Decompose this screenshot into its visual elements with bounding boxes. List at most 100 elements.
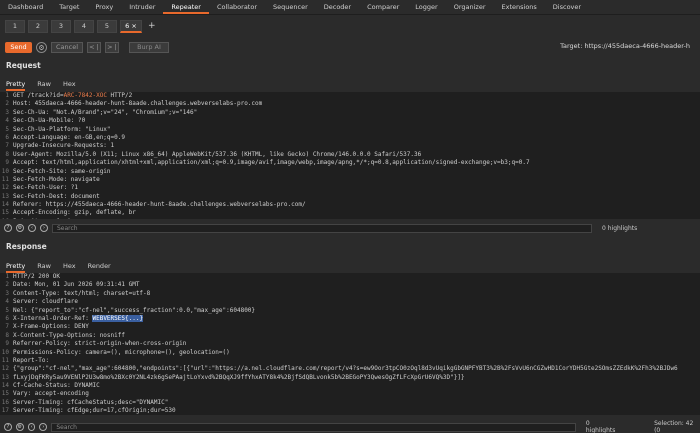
repeater-tab-6[interactable]: 6 × xyxy=(120,19,142,33)
forward-icon[interactable]: › xyxy=(39,423,48,431)
tab-comparer[interactable]: Comparer xyxy=(359,0,407,14)
tab-dashboard[interactable]: Dashboard xyxy=(0,0,51,14)
back-icon[interactable]: ‹ xyxy=(27,423,36,431)
tab-proxy[interactable]: Proxy xyxy=(87,0,121,14)
view-tab-raw[interactable]: Raw xyxy=(37,262,51,273)
repeater-tab-3[interactable]: 3 xyxy=(51,19,71,33)
code-line: 9 Referrer-Policy: strict-origin-when-cro… xyxy=(0,340,700,348)
tab-organizer[interactable]: Organizer xyxy=(446,0,494,14)
line-number: 9 xyxy=(5,340,9,348)
line-number: 4 xyxy=(5,117,9,125)
line-text: Sec-Fetch-Dest: document xyxy=(13,192,100,200)
line-number: 17 xyxy=(1,407,9,415)
line-text: Permissions-Policy: camera=(), microphon… xyxy=(13,348,230,356)
line-number: 1 xyxy=(5,273,9,280)
code-line: 7 Upgrade-Insecure-Requests: 1 xyxy=(0,142,700,150)
request-editor[interactable]: 1 GET /track?id=ARC-7842-XOC HTTP/2 2 Host:… xyxy=(0,92,700,219)
add-tab-button[interactable]: + xyxy=(148,21,156,31)
code-line: 14 Cf-Cache-Status: DYNAMIC xyxy=(0,382,700,390)
code-line: 5 Sec-Ch-Ua-Platform: "Linux" xyxy=(0,126,700,134)
line-text: fLxyjDqFKRy5au9VENlP2U3w8mo%2BXc0Y2NL4zk… xyxy=(13,373,465,381)
line-number: 16 xyxy=(0,218,11,219)
line-number: 14 xyxy=(1,201,9,209)
code-line: 3 Content-Type: text/html; charset=utf-8 xyxy=(0,290,700,298)
view-tab-pretty[interactable]: Pretty xyxy=(6,80,26,91)
target-label[interactable]: Target: https://455daeca-4666-header-h xyxy=(560,42,690,50)
line-number: 14 xyxy=(1,382,9,390)
forward-icon[interactable]: › xyxy=(40,224,48,232)
burp-ai-button[interactable]: Burp AI xyxy=(129,42,169,53)
view-tab-render[interactable]: Render xyxy=(88,262,111,273)
line-number: 6 xyxy=(5,314,9,322)
line-text: Sec-Ch-Ua: "Not.A/Brand";v="24", "Chromi… xyxy=(13,108,198,116)
code-line: 17 Server-Timing: cfEdge;dur=17,cfOrigin;… xyxy=(0,407,700,415)
tab-collaborator[interactable]: Collaborator xyxy=(209,0,265,14)
response-search-input[interactable]: Search xyxy=(51,422,576,432)
repeater-tab-4[interactable]: 4 xyxy=(74,19,94,33)
request-search-bar: ? ⚙ ‹ › Search 0 highlights xyxy=(0,222,700,234)
response-editor[interactable]: 1 HTTP/2 200 OK 2 Date: Mon, 01 Jun 2026 09… xyxy=(0,273,700,415)
line-text: Referrer-Policy: strict-origin-when-cros… xyxy=(13,340,187,348)
settings-icon[interactable]: ⚙ xyxy=(15,423,24,431)
tab-intruder[interactable]: Intruder xyxy=(121,0,163,14)
request-search-input[interactable]: Search xyxy=(52,223,592,233)
back-icon[interactable]: ‹ xyxy=(28,224,36,232)
repeater-subtabs: 123456 × + xyxy=(0,17,156,35)
line-text: Sec-Ch-Ua-Platform: "Linux" xyxy=(13,125,111,133)
line-number: 10 xyxy=(1,167,9,175)
code-line: 4 Sec-Ch-Ua-Mobile: ?0 xyxy=(0,117,700,125)
help-icon[interactable]: ? xyxy=(4,224,12,232)
line-text: Date: Mon, 01 Jun 2026 09:31:41 GMT xyxy=(13,281,140,289)
tab-repeater[interactable]: Repeater xyxy=(163,0,209,14)
line-text: Host: 455daeca-4666-header-hunt-8aade.ch… xyxy=(13,100,263,108)
line-number: 13 xyxy=(1,373,9,381)
line-text: Report-To: xyxy=(13,356,50,364)
line-text: Sec-Fetch-Mode: navigate xyxy=(13,175,100,183)
cancel-button[interactable]: Cancel xyxy=(51,42,83,53)
repeater-tab-2[interactable]: 2 xyxy=(28,19,48,33)
help-icon[interactable]: ? xyxy=(4,423,12,431)
view-tab-hex[interactable]: Hex xyxy=(63,80,76,91)
line-text: Accept-Language: en-GB,en;q=0.9 xyxy=(13,133,125,141)
view-tab-hex[interactable]: Hex xyxy=(63,262,76,273)
line-number: 12 xyxy=(1,184,9,192)
line-number: 5 xyxy=(5,125,9,133)
gear-icon[interactable]: ⚙ xyxy=(36,42,47,53)
view-tab-raw[interactable]: Raw xyxy=(37,80,51,91)
prev-button[interactable]: < | xyxy=(87,42,101,53)
line-text: Referer: https://455daeca-4666-header-hu… xyxy=(13,201,306,209)
line-number: 6 xyxy=(5,133,9,141)
line-number: 3 xyxy=(5,289,9,297)
code-line: 11 Report-To: xyxy=(0,357,700,365)
next-button[interactable]: > | xyxy=(105,42,119,53)
line-text: User-Agent: Mozilla/5.0 (X11; Linux x86_… xyxy=(13,150,422,158)
selected-text[interactable]: WEBVERSES{...} xyxy=(92,314,144,322)
code-line: 7 X-Frame-Options: DENY xyxy=(0,323,700,331)
code-line: 1 GET /track?id=ARC-7842-XOC HTTP/2 xyxy=(0,92,700,100)
tab-sequencer[interactable]: Sequencer xyxy=(265,0,316,14)
tab-target[interactable]: Target xyxy=(51,0,87,14)
line-text: Priority: u=0, i xyxy=(11,218,71,219)
line-number: 8 xyxy=(5,331,9,339)
line-number: 4 xyxy=(5,298,9,306)
tab-logger[interactable]: Logger xyxy=(407,0,445,14)
code-line: 15 Accept-Encoding: gzip, deflate, br xyxy=(0,209,700,217)
send-button[interactable]: Send xyxy=(5,42,32,53)
line-text: Server-Timing: cfEdge;dur=17,cfOrigin;du… xyxy=(13,407,176,415)
tab-discover[interactable]: Discover xyxy=(545,0,589,14)
code-line: 15 Vary: accept-encoding xyxy=(0,390,700,398)
view-tab-pretty[interactable]: Pretty xyxy=(6,262,26,273)
tab-extensions[interactable]: Extensions xyxy=(494,0,545,14)
line-number: 7 xyxy=(5,142,9,150)
code-line: 16 Server-Timing: cfCacheStatus;desc="DYN… xyxy=(0,399,700,407)
request-title: Request xyxy=(6,61,41,70)
line-text: Accept: text/html,application/xhtml+xml,… xyxy=(13,159,530,167)
line-number: 8 xyxy=(5,150,9,158)
code-line: 3 Sec-Ch-Ua: "Not.A/Brand";v="24", "Chrom… xyxy=(0,109,700,117)
settings-icon[interactable]: ⚙ xyxy=(16,224,24,232)
code-line: 6 Accept-Language: en-GB,en;q=0.9 xyxy=(0,134,700,142)
repeater-tab-1[interactable]: 1 xyxy=(5,19,25,33)
response-search-bar: ? ⚙ ‹ › Search 0 highlights Selection: 4… xyxy=(0,420,700,433)
repeater-tab-5[interactable]: 5 xyxy=(97,19,117,33)
tab-decoder[interactable]: Decoder xyxy=(316,0,359,14)
